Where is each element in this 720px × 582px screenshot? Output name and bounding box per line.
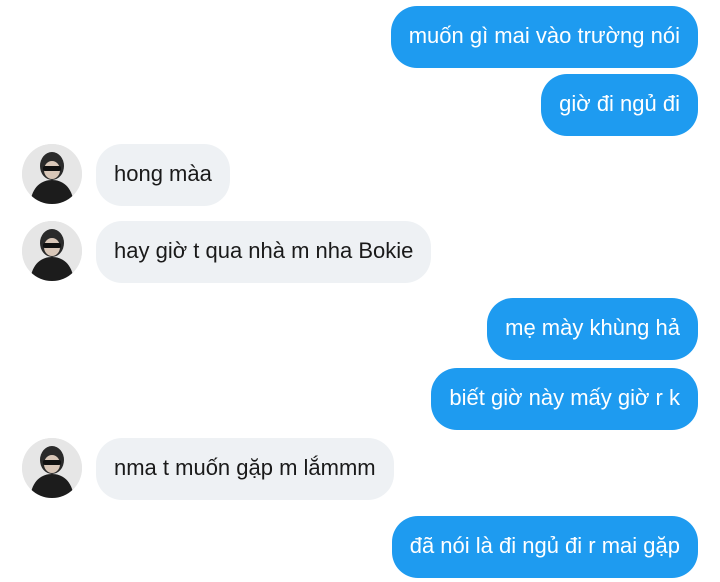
person-icon xyxy=(22,438,82,498)
incoming-message[interactable]: hay giờ t qua nhà m nha Bokie xyxy=(96,221,432,283)
incoming-message[interactable]: nma t muốn gặp m lắmmm xyxy=(96,438,394,500)
outgoing-message[interactable]: giờ đi ngủ đi xyxy=(541,74,698,136)
person-icon xyxy=(22,221,82,281)
person-icon xyxy=(22,144,82,204)
incoming-message[interactable]: hong màa xyxy=(96,144,230,206)
outgoing-message[interactable]: đã nói là đi ngủ đi r mai gặp xyxy=(391,516,698,578)
contact-avatar[interactable] xyxy=(22,144,82,204)
contact-avatar[interactable] xyxy=(22,438,82,498)
outgoing-message[interactable]: mẹ mày khùng hả xyxy=(487,298,698,360)
contact-avatar[interactable] xyxy=(22,221,82,281)
chat-thread: muốn gì mai vào trường nói giờ đi ngủ đi… xyxy=(0,0,720,582)
outgoing-message[interactable]: biết giờ này mấy giờ r k xyxy=(431,368,698,430)
outgoing-message[interactable]: muốn gì mai vào trường nói xyxy=(390,6,698,68)
